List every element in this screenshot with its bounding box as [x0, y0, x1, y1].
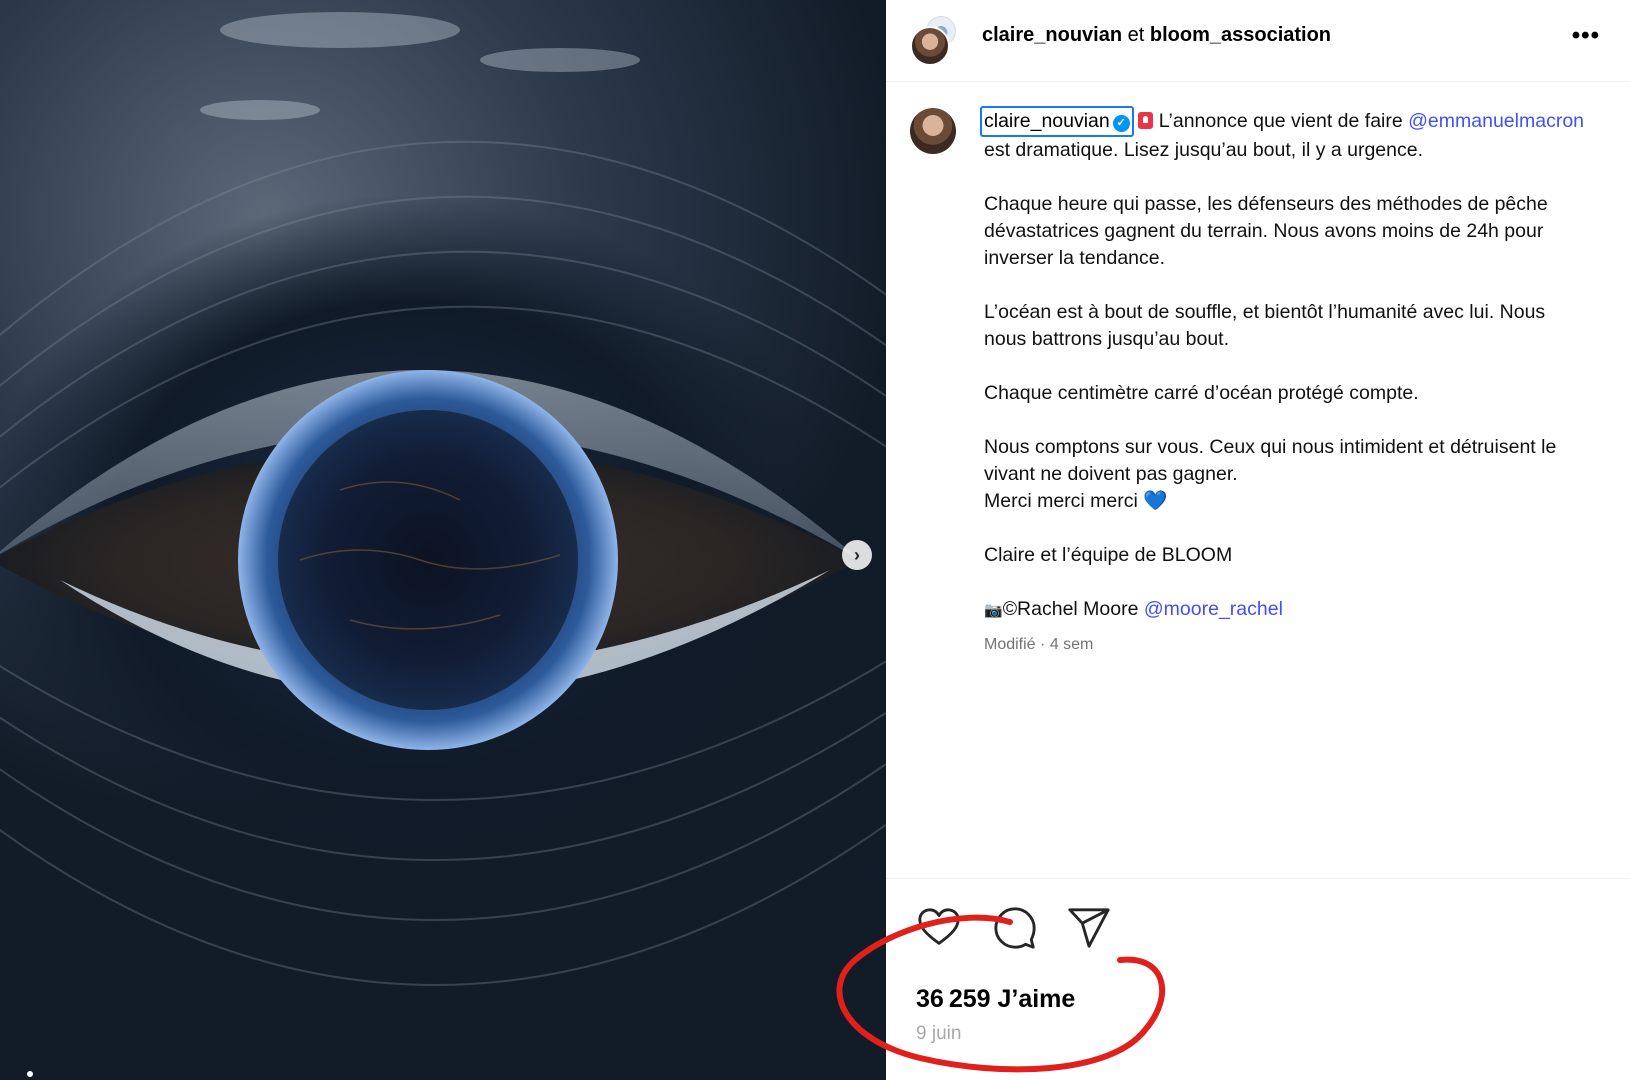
comment-icon[interactable] — [992, 905, 1038, 951]
caption-paragraph-3: L’océan est à bout de souffle, et bientô… — [984, 301, 1546, 350]
post-media[interactable]: › — [0, 0, 886, 1080]
heart-icon[interactable] — [916, 905, 962, 951]
post-header: claire_nouvian et bloom_association ••• — [886, 0, 1630, 82]
send-icon[interactable] — [1066, 905, 1112, 951]
whale-eye-photo — [0, 12, 886, 986]
caption-intro-rest: est dramatique. Lisez jusqu’au bout, il … — [984, 139, 1424, 161]
caption-thanks: Merci merci merci — [984, 490, 1138, 512]
edited-label: Modifié — [984, 636, 1036, 653]
header-author-link[interactable]: claire_nouvian — [982, 24, 1122, 46]
post-age[interactable]: 4 sem — [1050, 636, 1094, 653]
caption-credit: 📷©Rachel Moore @moore_rachel — [984, 596, 1584, 624]
actions-divider — [886, 878, 1630, 879]
caption-signature: Claire et l’équipe de BLOOM — [984, 544, 1233, 566]
caption-meta: Modifié · 4 sem — [984, 631, 1584, 658]
post-caption: claire_nouvian ✓ L’annonce que vient de fa… — [980, 106, 1584, 658]
caption-intro-text: L’annonce que vient de faire — [1158, 110, 1403, 132]
verified-badge-icon: ✓ — [1112, 115, 1130, 132]
header-joiner: et — [1127, 24, 1145, 46]
photo-credit-text: ©Rachel Moore — [1002, 598, 1139, 620]
camera-emoji-icon: 📷 — [984, 602, 1003, 619]
author-avatar[interactable] — [910, 26, 950, 66]
caption-author-name: claire_nouvian — [984, 110, 1110, 132]
post-side-panel: claire_nouvian et bloom_association ••• … — [886, 0, 1630, 1080]
caption-intro: claire_nouvian ✓ L’annonce que vient de fa… — [980, 106, 1584, 164]
mention-moore-rachel-link[interactable]: @moore_rachel — [1144, 598, 1283, 620]
caption-author-avatar[interactable] — [910, 108, 956, 154]
likes-count[interactable]: 36 259 J’aime — [916, 985, 1075, 1014]
post-date[interactable]: 9 juin — [916, 1023, 961, 1045]
header-coauthor-link[interactable]: bloom_association — [1150, 24, 1331, 46]
siren-emoji-icon — [1137, 112, 1153, 129]
caption-author-link[interactable]: claire_nouvian ✓ — [980, 106, 1134, 137]
caption-paragraph-5: Nous comptons sur vous. Ceux qui nous in… — [984, 434, 1584, 515]
blue-heart-emoji-icon: 💙 — [1143, 490, 1168, 512]
caption-paragraph-5-line1: Nous comptons sur vous. Ceux qui nous in… — [984, 436, 1557, 485]
carousel-dot — [27, 1071, 33, 1077]
post-header-authors: claire_nouvian et bloom_association — [982, 24, 1331, 47]
mention-emmanuelmacron-link[interactable]: @emmanuelmacron — [1408, 110, 1584, 132]
more-options-button[interactable]: ••• — [1572, 22, 1600, 50]
carousel-next-button[interactable]: › — [842, 540, 872, 570]
meta-separator: · — [1040, 636, 1046, 653]
caption-paragraph-4: Chaque centimètre carré d’océan protégé … — [984, 382, 1419, 404]
caption-paragraph-2: Chaque heure qui passe, les défenseurs d… — [984, 193, 1548, 269]
